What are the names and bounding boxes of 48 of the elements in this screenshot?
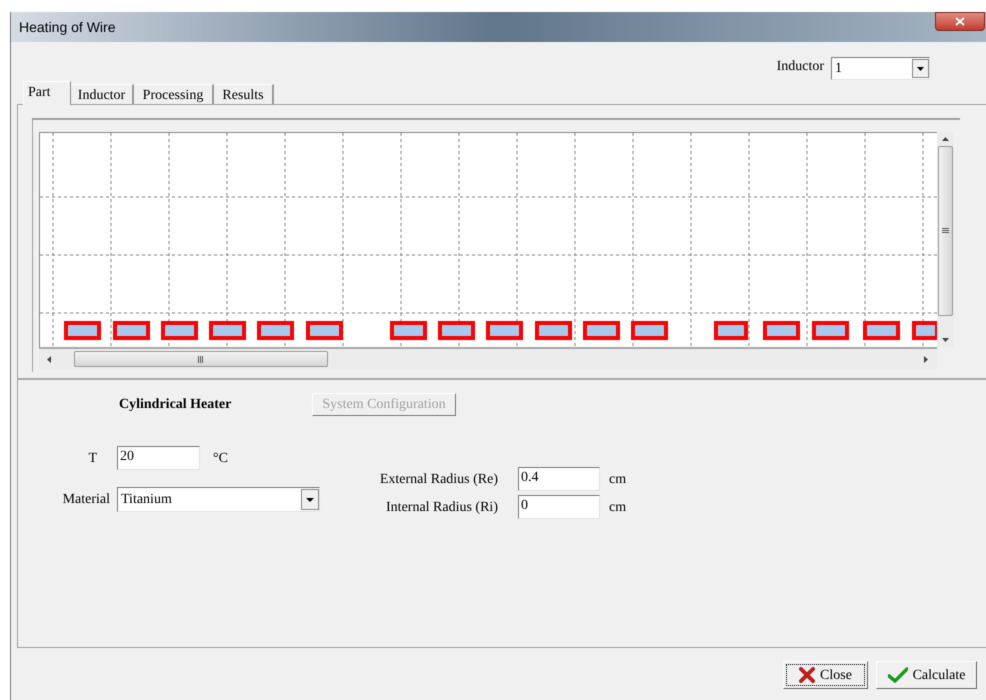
coil-turn: [113, 321, 150, 340]
close-icon: [955, 17, 965, 26]
cross-icon: [799, 667, 816, 683]
external-radius-label: External Radius (Re): [378, 470, 498, 488]
coil-turn: [209, 321, 246, 340]
vertical-scrollbar[interactable]: [937, 132, 954, 347]
temperature-label: T: [87, 450, 98, 468]
internal-radius-field[interactable]: 0: [518, 495, 600, 519]
heater-heading: Cylindrical Heater: [119, 396, 232, 414]
scroll-thumb[interactable]: [938, 146, 953, 316]
tab[interactable]: Inductor: [71, 84, 134, 104]
internal-radius-label: Internal Radius (Ri): [385, 498, 498, 516]
temperature-unit: °C: [213, 450, 228, 468]
grip-icon: [942, 228, 949, 234]
coil-turn: [583, 321, 620, 340]
coil-turn: [812, 321, 849, 340]
close-button[interactable]: [935, 12, 985, 31]
coil-turn: [763, 321, 800, 340]
inductor-label: Inductor: [776, 58, 824, 76]
coil-turn: [64, 321, 101, 340]
coil-turn: [486, 321, 523, 340]
coil-turn: [535, 321, 572, 340]
coil-turn: [161, 321, 198, 340]
window-title: Heating of Wire: [18, 18, 116, 37]
tab[interactable]: Part: [23, 81, 71, 105]
horizontal-scrollbar[interactable]: [39, 347, 937, 369]
calculate-button[interactable]: Calculate: [876, 661, 977, 689]
material-label: Material: [62, 491, 110, 509]
coil-turn: [306, 321, 343, 340]
close-button[interactable]: Close: [783, 661, 868, 689]
inductor-select[interactable]: 1: [831, 57, 930, 80]
external-radius-unit: cm: [609, 470, 626, 488]
check-icon: [888, 667, 908, 683]
coil-turn: [257, 321, 294, 340]
internal-radius-unit: cm: [609, 498, 626, 516]
material-select[interactable]: Titanium: [117, 487, 320, 512]
external-radius-field[interactable]: 0.4: [518, 467, 600, 491]
grip-icon: [198, 356, 204, 362]
coil-turn: [438, 321, 475, 340]
scroll-thumb[interactable]: [74, 351, 328, 367]
coil-turn: [714, 321, 748, 340]
tab[interactable]: Processing: [134, 84, 214, 104]
coil-turn: [863, 321, 900, 340]
coil-turn: [912, 321, 937, 340]
coil-turn: [631, 321, 668, 340]
temperature-field[interactable]: 20: [117, 446, 200, 470]
tab[interactable]: Results: [214, 84, 274, 104]
coil-turn: [390, 321, 427, 340]
